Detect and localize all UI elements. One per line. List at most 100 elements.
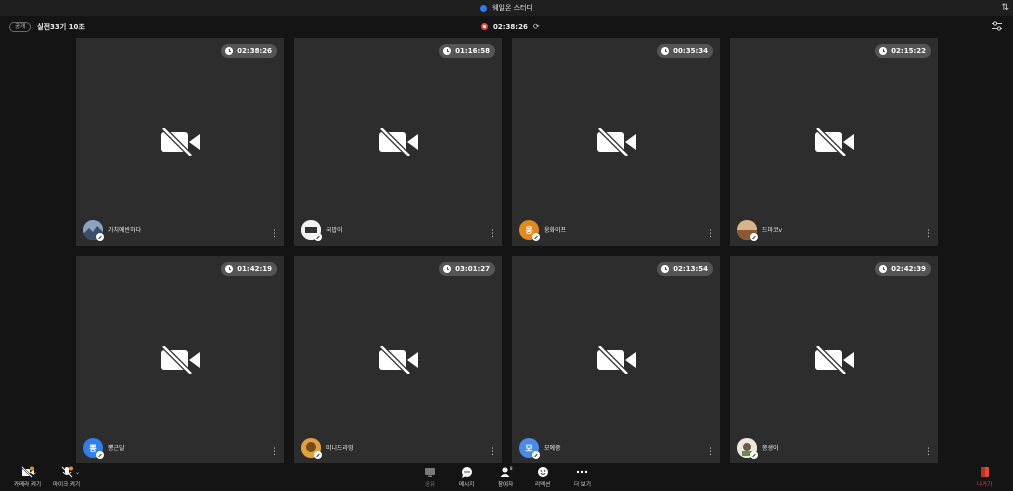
message-label: 메시지 — [459, 482, 475, 488]
chevron-down-icon[interactable]: ⌄ — [32, 469, 37, 476]
participants-label: 참여자 — [498, 482, 514, 488]
mic-off-icon — [532, 451, 540, 459]
participant-name: 모예중 — [544, 445, 561, 452]
time-badge: 03:01:27 — [439, 262, 495, 276]
screen-share-icon — [423, 466, 437, 478]
participant-tile[interactable]: 02:38:26 가치예반하다 ⋮ — [76, 38, 284, 246]
clock-icon — [225, 265, 234, 273]
participant-tile[interactable]: 02:13:54 모 모예중 ⋮ — [512, 256, 720, 464]
elapsed-time: 02:38:26 — [493, 22, 528, 31]
leave-label: 나가기 — [977, 482, 993, 488]
time-badge: 02:15:22 — [875, 44, 931, 58]
camera-button[interactable]: 카메라 켜기 ⌄ — [14, 466, 41, 488]
clock-icon — [443, 265, 452, 273]
room-header: 공개 실전33기 10조 02:38:26 ⟳ — [0, 16, 1013, 38]
participant-name: 드마코v — [762, 227, 783, 234]
camera-off-icon — [815, 346, 854, 374]
mic-off-icon — [750, 233, 758, 241]
clock-icon — [879, 47, 888, 55]
clock-icon — [443, 47, 452, 55]
more-options-icon[interactable]: ⋮ — [924, 230, 933, 239]
camera-off-icon — [161, 128, 200, 156]
share-button[interactable]: 공유 — [423, 466, 437, 488]
clock-icon — [661, 265, 670, 273]
camera-off-icon — [379, 346, 418, 374]
mic-off-icon — [96, 233, 104, 241]
mic-off-icon — [750, 451, 758, 459]
record-icon — [481, 23, 488, 30]
mic-label: 마이크 켜기 — [53, 482, 81, 488]
camera-off-icon — [379, 128, 418, 156]
camera-off-icon — [161, 346, 200, 374]
participant-tile[interactable]: 03:01:27 미니드라밍 ⋮ — [294, 256, 502, 464]
title-bar: 웨일온 스터디 ⇅ — [0, 0, 1013, 16]
participant-time: 01:42:19 — [237, 265, 272, 273]
participant-time: 03:01:27 — [455, 265, 490, 273]
reaction-button[interactable]: 리액션 — [535, 466, 550, 488]
settings-sliders-icon[interactable] — [991, 20, 1003, 32]
participant-name: 가치예반하다 — [108, 227, 142, 234]
mic-off-icon — [532, 233, 540, 241]
time-badge: 00:35:34 — [657, 44, 713, 58]
window-title: 웨일온 스터디 — [492, 4, 533, 12]
camera-off-icon — [815, 128, 854, 156]
refresh-icon[interactable]: ⟳ — [533, 22, 540, 31]
participant-time: 01:16:58 — [455, 47, 490, 55]
mic-off-icon — [314, 233, 322, 241]
time-badge: 02:38:26 — [221, 44, 277, 58]
participant-time: 02:42:39 — [891, 265, 926, 273]
camera-off-icon — [597, 346, 636, 374]
participants-count: 8 — [510, 466, 513, 471]
people-icon: 8 — [499, 466, 513, 478]
message-button[interactable]: 메시지 — [459, 466, 474, 488]
more-dots-icon — [575, 466, 589, 478]
camera-label: 카메라 켜기 — [14, 482, 42, 488]
time-badge: 02:13:54 — [657, 262, 713, 276]
more-options-icon[interactable]: ⋮ — [706, 230, 715, 239]
meeting-timer: 02:38:26 ⟳ — [481, 22, 540, 31]
sort-icon[interactable]: ⇅ — [1001, 2, 1009, 14]
more-options-icon[interactable]: ⋮ — [488, 448, 497, 457]
mic-off-icon — [96, 451, 104, 459]
participant-tile[interactable]: 02:42:39 쫑생이 ⋮ — [730, 256, 938, 464]
more-button[interactable]: 더 보기 — [574, 466, 591, 488]
smile-icon — [536, 466, 550, 478]
meeting-app: 웨일온 스터디 ⇅ 공개 실전33기 10조 02:38:26 ⟳ 02:38:… — [0, 0, 1013, 491]
participant-name: 미니드라밍 — [326, 445, 354, 452]
clock-icon — [661, 47, 670, 55]
camera-off-icon — [597, 128, 636, 156]
mic-button[interactable]: 마이크 켜기 ⌄ — [53, 466, 80, 488]
participant-name: 웅화이프 — [544, 227, 567, 234]
participant-tile[interactable]: 02:15:22 드마코v ⋮ — [730, 38, 938, 246]
bottom-toolbar: 카메라 켜기 ⌄ 마이크 켜기 ⌄ 공유 메시지 8 참여자 리액션 더 보기 … — [0, 463, 1013, 491]
participant-name: 뽕근달 — [108, 445, 125, 452]
leave-button[interactable]: 나가기 — [977, 466, 992, 488]
clock-icon — [879, 265, 888, 273]
more-options-icon[interactable]: ⋮ — [270, 230, 279, 239]
more-options-icon[interactable]: ⋮ — [270, 448, 279, 457]
more-options-icon[interactable]: ⋮ — [924, 448, 933, 457]
participant-tile[interactable]: 01:16:58 국밥이 ⋮ — [294, 38, 502, 246]
participant-name: 쫑생이 — [762, 445, 779, 452]
clock-icon — [225, 47, 234, 55]
share-label: 공유 — [424, 482, 436, 488]
room-name: 실전33기 10조 — [37, 23, 85, 31]
more-label: 더 보기 — [574, 482, 591, 488]
participant-name: 국밥이 — [326, 227, 343, 234]
time-badge: 01:16:58 — [439, 44, 495, 58]
more-options-icon[interactable]: ⋮ — [488, 230, 497, 239]
mic-off-icon — [60, 466, 74, 478]
participants-button[interactable]: 8 참여자 — [498, 466, 513, 488]
participant-tile[interactable]: 00:35:34 웅 웅화이프 ⋮ — [512, 38, 720, 246]
participant-time: 02:13:54 — [673, 265, 708, 273]
participant-tile[interactable]: 01:42:19 뽕 뽕근달 ⋮ — [76, 256, 284, 464]
more-options-icon[interactable]: ⋮ — [706, 448, 715, 457]
whale-logo-icon — [480, 4, 488, 12]
participant-time: 00:35:34 — [673, 47, 708, 55]
exit-door-icon — [978, 466, 992, 478]
reaction-label: 리액션 — [535, 482, 551, 488]
chevron-down-icon[interactable]: ⌄ — [75, 469, 80, 476]
mic-off-icon — [314, 451, 322, 459]
participant-time: 02:38:26 — [237, 47, 272, 55]
chat-icon — [460, 466, 474, 478]
